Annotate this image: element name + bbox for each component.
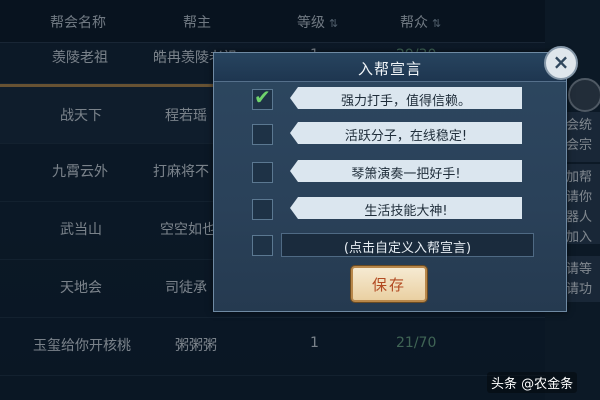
option-label: 琴箫演奏一把好手! — [351, 167, 461, 182]
option-label: 生活技能大神! — [364, 204, 448, 219]
dialog-title-bar: 入帮宣言 — [214, 53, 566, 82]
close-button[interactable]: × — [544, 46, 578, 80]
custom-declaration-placeholder: (点击自定义入帮宣言) — [343, 241, 472, 256]
option-label: 活跃分子，在线稳定! — [344, 129, 468, 144]
option-checkbox[interactable] — [252, 199, 273, 220]
option-checkbox[interactable]: ✔ — [252, 85, 273, 110]
custom-declaration-input[interactable]: (点击自定义入帮宣言) — [281, 233, 534, 257]
declaration-option[interactable]: 强力打手，值得信赖。 — [290, 87, 522, 109]
declaration-option[interactable]: 活跃分子，在线稳定! — [290, 122, 522, 144]
save-button-label: 保存 — [371, 276, 406, 294]
declaration-option[interactable]: 生活技能大神! — [290, 197, 522, 219]
option-checkbox[interactable] — [252, 124, 273, 145]
declaration-option[interactable]: 琴箫演奏一把好手! — [290, 160, 522, 182]
watermark: 头条 @农金条 — [487, 372, 578, 393]
check-icon: ✔ — [254, 85, 271, 109]
option-checkbox[interactable] — [252, 162, 273, 183]
option-checkbox[interactable] — [252, 235, 273, 256]
save-button[interactable]: 保存 — [351, 266, 427, 302]
option-label: 强力打手，值得信赖。 — [340, 94, 471, 109]
dialog-title: 入帮宣言 — [357, 60, 422, 78]
